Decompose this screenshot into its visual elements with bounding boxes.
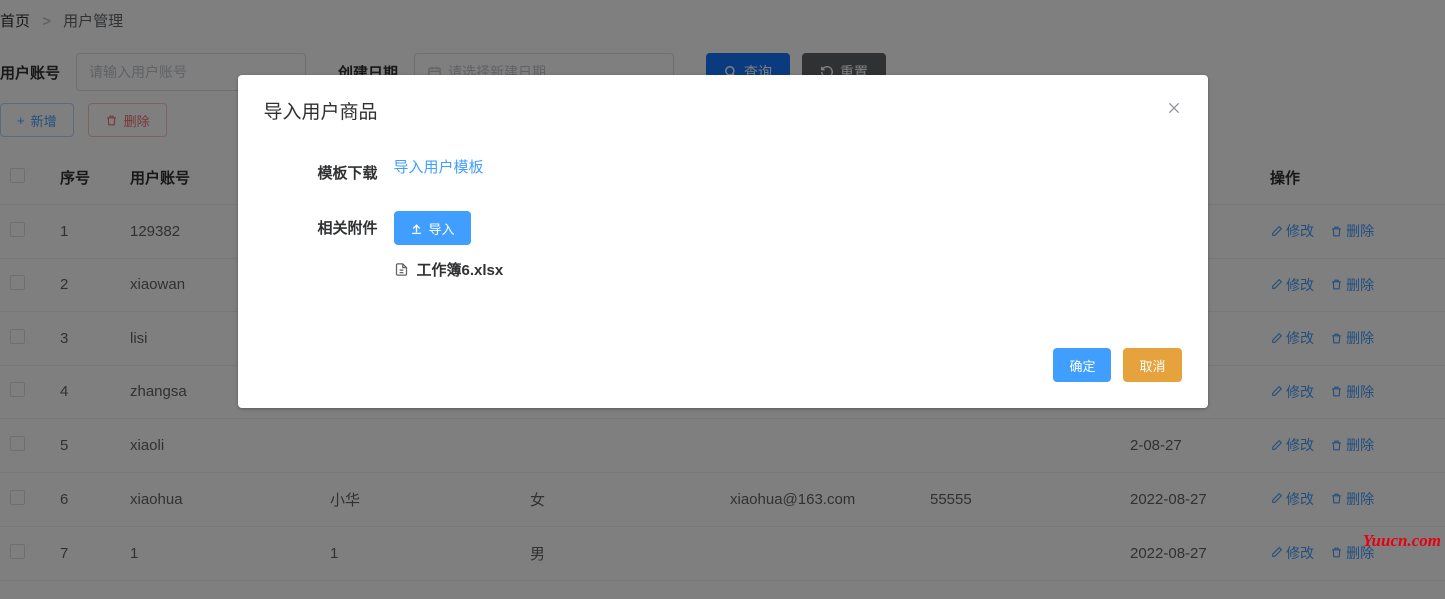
document-icon [394, 262, 409, 277]
close-icon[interactable] [1166, 100, 1182, 121]
attachment-label: 相关附件 [264, 211, 394, 238]
ok-button[interactable]: 确定 [1053, 348, 1111, 382]
template-download-link[interactable]: 导入用户模板 [394, 159, 484, 176]
upload-icon [410, 222, 423, 235]
file-item[interactable]: 工作簿6.xlsx [394, 259, 1182, 280]
import-button-label: 导入 [429, 219, 455, 238]
file-name: 工作簿6.xlsx [417, 259, 504, 280]
template-download-label: 模板下载 [264, 156, 394, 183]
import-dialog: 导入用户商品 模板下载 导入用户模板 相关附件 导入 [238, 75, 1208, 408]
cancel-button[interactable]: 取消 [1123, 348, 1181, 382]
watermark: Yuucn.com [1363, 531, 1441, 551]
dialog-title: 导入用户商品 [264, 97, 378, 124]
modal-overlay: 导入用户商品 模板下载 导入用户模板 相关附件 导入 [0, 0, 1445, 599]
import-button[interactable]: 导入 [394, 211, 471, 245]
